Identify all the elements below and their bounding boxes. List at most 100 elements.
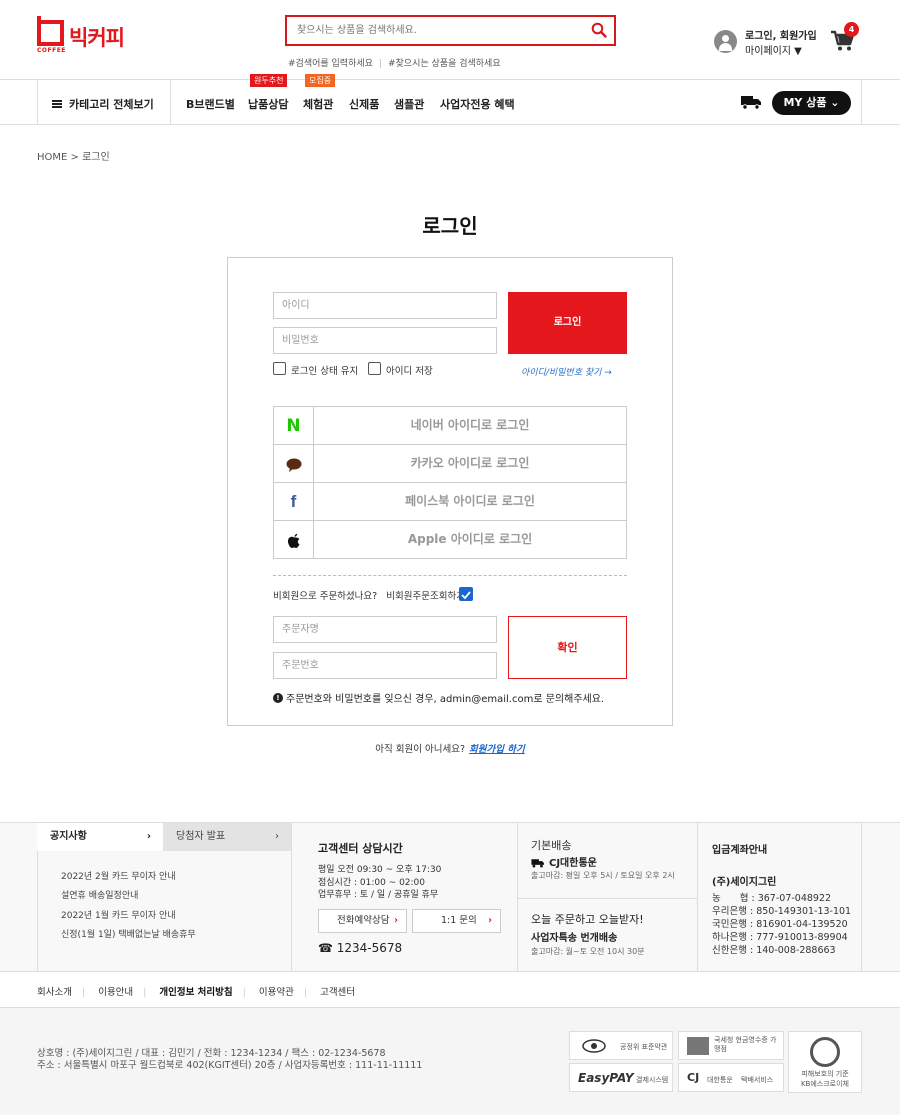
ftc-cert-badge[interactable]: 공정위 표준약관 bbox=[569, 1031, 673, 1060]
chevron-down-icon: ⌄ bbox=[830, 96, 840, 109]
guest-order-checkbox[interactable] bbox=[459, 587, 473, 601]
signup-link[interactable]: 회원가입 하기 bbox=[469, 744, 525, 755]
search-icon[interactable] bbox=[591, 22, 607, 38]
my-products-button[interactable]: MY 상품 ⌄ bbox=[772, 91, 851, 115]
nav-item-new[interactable]: 신제품 bbox=[349, 96, 379, 112]
hashtag-link[interactable]: #찾으시는 상품을 검색하세요 bbox=[388, 59, 501, 69]
search-box bbox=[285, 15, 616, 46]
notice-item[interactable]: 2022년 1월 카드 무이자 안내 bbox=[61, 908, 176, 921]
breadcrumb-home[interactable]: HOME bbox=[37, 152, 67, 163]
cs-phone: ☎ 1234-5678 bbox=[318, 941, 403, 955]
divider bbox=[291, 822, 292, 972]
keep-login-checkbox[interactable] bbox=[273, 362, 286, 375]
footer-link-terms[interactable]: 이용약관 bbox=[259, 987, 294, 998]
shipping-company: CJ대한통운 bbox=[531, 854, 597, 869]
kakao-icon bbox=[274, 445, 314, 482]
shipping-deadline: 출고마감: 평일 오후 5시 / 토요일 오후 2시 bbox=[531, 871, 675, 880]
breadcrumb-current: 로그인 bbox=[82, 152, 110, 163]
cj-cert-badge[interactable]: CJ 대한통운 택배서비스 bbox=[678, 1063, 784, 1092]
nts-cert-badge[interactable]: 국세청 현금영수증 가맹점 bbox=[678, 1031, 784, 1060]
keep-login-label: 로그인 상태 유지 bbox=[291, 366, 359, 377]
cs-hours: 평일 오전 09:30 ~ 오후 17:30 점심시간 : 01:00 ~ 02… bbox=[318, 865, 442, 900]
divider bbox=[170, 79, 171, 125]
logo-mark bbox=[37, 16, 64, 46]
breadcrumb: HOME > 로그인 bbox=[37, 148, 110, 163]
bank-title: 입금계좌안내 bbox=[712, 845, 768, 856]
site-logo[interactable]: COFFEE 빅커피 bbox=[37, 16, 132, 56]
find-account-link[interactable]: 아이디/비밀번호 찾기 → bbox=[521, 365, 612, 378]
truck-icon[interactable] bbox=[741, 94, 762, 110]
facebook-icon: f bbox=[274, 483, 314, 520]
footer-link-cs[interactable]: 고객센터 bbox=[320, 987, 355, 998]
divider bbox=[697, 822, 698, 972]
signup-prompt: 아직 회원이 아니세요? 회원가입 하기 bbox=[375, 744, 525, 755]
facebook-login-button[interactable]: f 페이스북 아이디로 로그인 bbox=[273, 482, 627, 521]
divider bbox=[0, 79, 900, 80]
guest-order-question: 비회원으로 주문하셨나요? 비회원주문조회하기 bbox=[273, 591, 465, 602]
confirm-button[interactable]: 확인 bbox=[508, 616, 627, 679]
nav-item-experience[interactable]: 체험관 bbox=[303, 96, 333, 112]
notice-item[interactable]: 신정(1월 1일) 택배없는날 배송휴무 bbox=[61, 927, 196, 940]
footer-link-privacy[interactable]: 개인정보 처리방침 bbox=[159, 987, 232, 998]
company-info: 상호명 : (주)세이지그린 / 대표 : 김민기 / 전화 : 1234-12… bbox=[37, 1048, 423, 1071]
hashtag-link[interactable]: #검색어를 입력하세요 bbox=[288, 59, 373, 69]
divider bbox=[517, 822, 518, 972]
chevron-right-icon: › bbox=[275, 831, 279, 842]
login-signup-link[interactable]: 로그인, 회원가입 bbox=[745, 27, 817, 42]
divider bbox=[517, 898, 697, 899]
user-icon[interactable] bbox=[714, 30, 737, 53]
logo-text: 빅커피 bbox=[69, 26, 125, 50]
divider bbox=[861, 79, 862, 125]
cart-count-badge: 4 bbox=[844, 22, 859, 37]
footer-links: 회사소개 | 이용안내 | 개인정보 처리방침 | 이용약관 | 고객센터 bbox=[37, 987, 356, 998]
footer-link-about[interactable]: 회사소개 bbox=[37, 987, 72, 998]
login-button[interactable]: 로그인 bbox=[508, 292, 627, 354]
logo-sub: COFFEE bbox=[37, 47, 66, 54]
seal-icon bbox=[810, 1037, 840, 1067]
nav-item-brand[interactable]: B브랜드별 bbox=[186, 96, 235, 112]
page-title: 로그인 bbox=[422, 214, 478, 238]
business-express-title: 사업자특송 번개배송 bbox=[531, 933, 618, 944]
guest-notice: ! 주문번호와 비밀번호를 잊으신 경우, admin@email.com로 문의… bbox=[273, 690, 604, 705]
shipping-title: 기본배송 bbox=[531, 839, 572, 852]
footer-link-guide[interactable]: 이용안내 bbox=[98, 987, 133, 998]
info-icon: ! bbox=[273, 693, 283, 703]
search-hashtags: #검색어를 입력하세요 | #찾으시는 상품을 검색하세요 bbox=[288, 59, 501, 69]
business-express-deadline: 출고마감: 월~토 오전 10시 30분 bbox=[531, 947, 645, 956]
chevron-right-icon: > bbox=[70, 152, 83, 163]
nav-item-supply[interactable]: 납품상담 bbox=[248, 96, 288, 112]
orderer-name-input[interactable]: 주문자명 bbox=[273, 616, 497, 643]
naver-icon: N bbox=[274, 407, 314, 444]
call-reservation-button[interactable]: 전화예약상담 › bbox=[318, 909, 407, 933]
divider bbox=[0, 124, 900, 125]
naver-login-button[interactable]: N 네이버 아이디로 로그인 bbox=[273, 406, 627, 445]
bank-company: (주)세이지그린 bbox=[712, 877, 777, 888]
inquiry-button[interactable]: 1:1 문의 › bbox=[412, 909, 501, 933]
escrow-cert-badge[interactable]: 피해보호의 기준 KB에스크로이체 bbox=[788, 1031, 862, 1093]
menu-icon bbox=[52, 100, 62, 108]
cs-title: 고객센터 상담시간 bbox=[318, 842, 403, 855]
search-input[interactable] bbox=[287, 17, 577, 44]
kakao-login-button[interactable]: 카카오 아이디로 로그인 bbox=[273, 444, 627, 483]
apple-login-button[interactable]: Apple 아이디로 로그인 bbox=[273, 520, 627, 559]
tab-winner[interactable]: 당첨자 발표 › bbox=[163, 823, 291, 851]
save-id-label: 아이디 저장 bbox=[386, 366, 433, 377]
nav-item-business[interactable]: 사업자전용 혜택 bbox=[440, 96, 515, 112]
nav-item-sample[interactable]: 샘플관 bbox=[394, 96, 424, 112]
order-number-input[interactable]: 주문번호 bbox=[273, 652, 497, 679]
nav-tag-badge: 모집중 bbox=[305, 74, 336, 87]
category-all-button[interactable]: 카테고리 전체보기 bbox=[52, 96, 154, 112]
bank-account-list: 농 협 : 367-07-048922 우리은행 : 850-149301-13… bbox=[712, 893, 852, 956]
easypay-cert-badge[interactable]: EasyPAY 결제시스템 bbox=[569, 1063, 673, 1092]
id-input[interactable]: 아이디 bbox=[273, 292, 497, 319]
notice-item[interactable]: 설연휴 배송일정안내 bbox=[61, 888, 138, 901]
divider bbox=[273, 575, 627, 576]
save-id-checkbox[interactable] bbox=[368, 362, 381, 375]
notice-item[interactable]: 2022년 2월 카드 무이자 안내 bbox=[61, 869, 176, 882]
nav-tag-badge: 원두추천 bbox=[250, 74, 288, 87]
tab-notice[interactable]: 공지사항 › bbox=[37, 823, 163, 851]
mypage-link[interactable]: 마이페이지 ▼ bbox=[745, 42, 802, 57]
divider bbox=[861, 822, 862, 972]
password-input[interactable]: 비밀번호 bbox=[273, 327, 497, 354]
same-day-title: 오늘 주문하고 오늘받자! bbox=[531, 913, 644, 926]
